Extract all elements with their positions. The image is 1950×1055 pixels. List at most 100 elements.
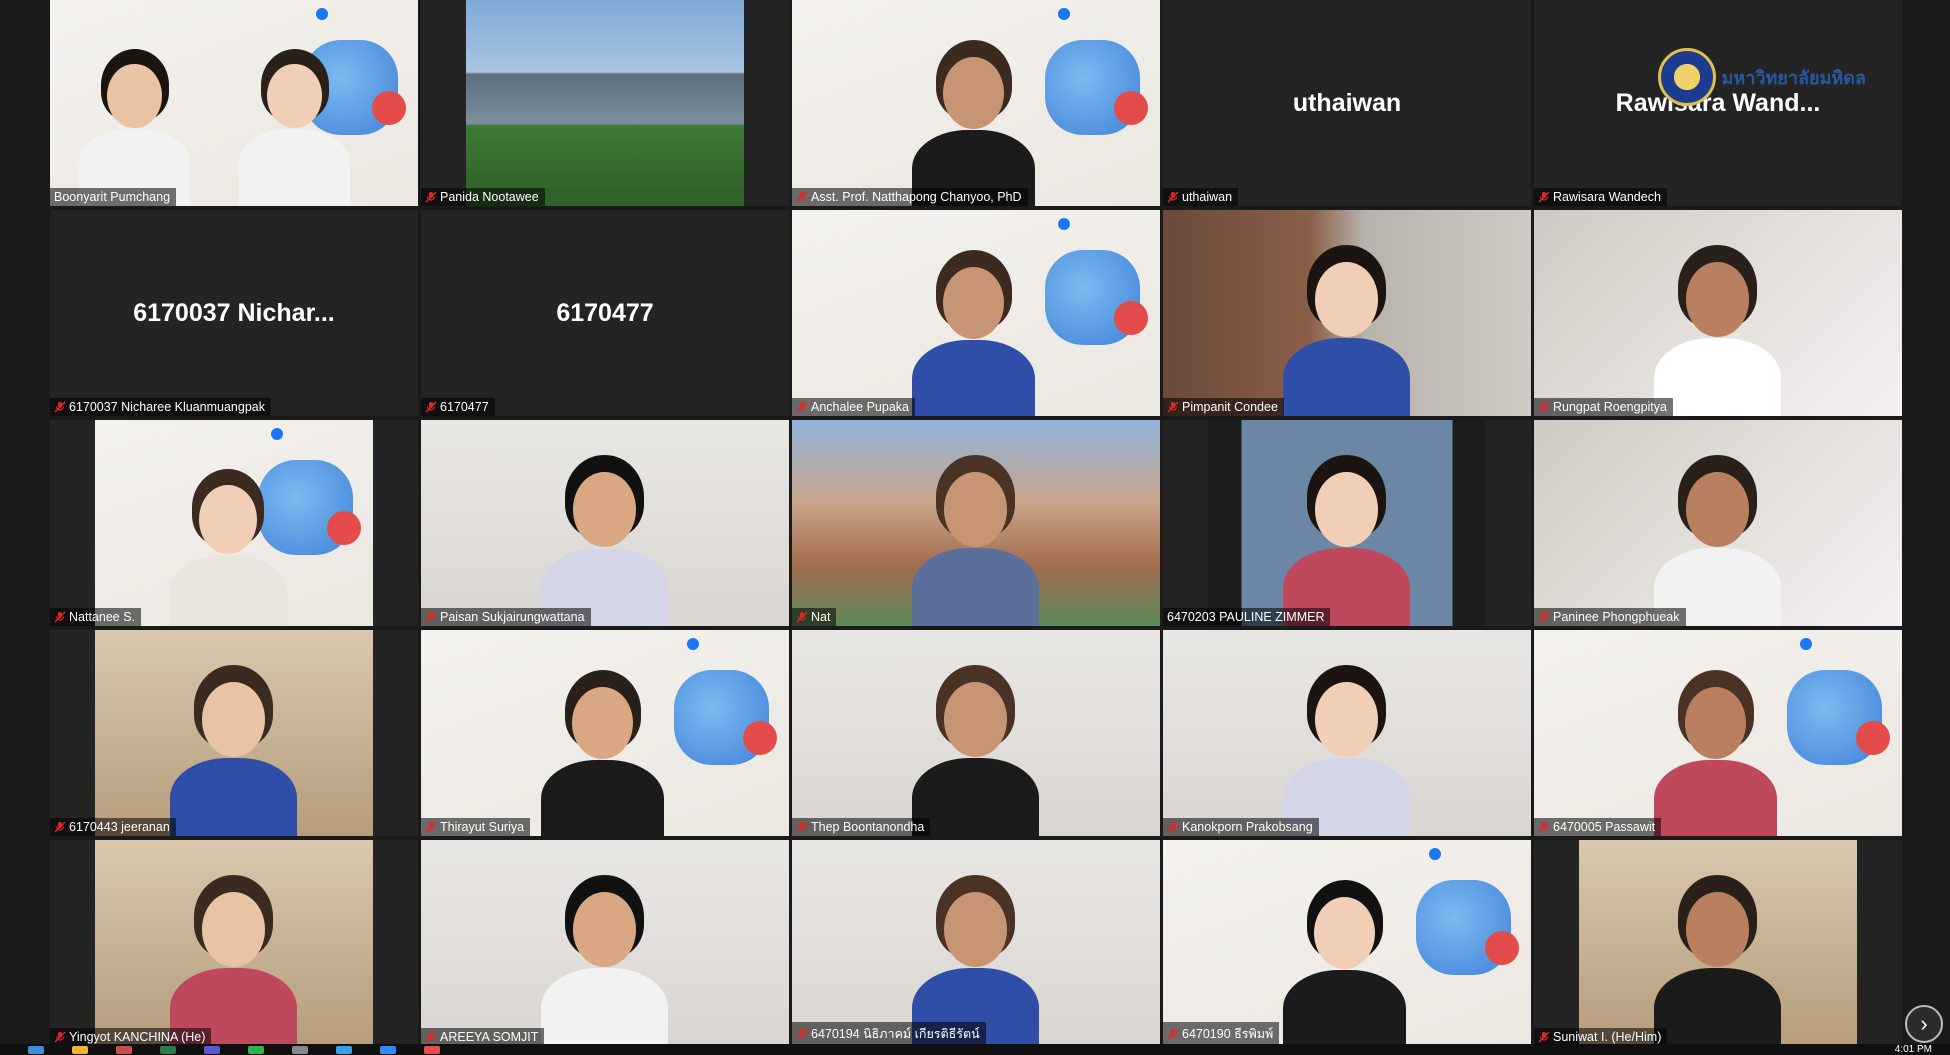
poster-graphic	[1045, 40, 1148, 135]
participant-name: uthaiwan	[1182, 190, 1233, 204]
video-tile[interactable]: 6170443 jeeranan	[50, 630, 418, 836]
video-tile[interactable]: Rungpat Roengpitya	[1534, 210, 1902, 416]
participant-name-label: uthaiwan	[1163, 188, 1239, 206]
muted-microphone-icon	[796, 401, 808, 413]
participant-display-name: 6170477	[556, 298, 654, 327]
university-logo: มหาวิทยาลัยมหิดล	[1657, 48, 1867, 106]
taskbar-app-icon[interactable]	[72, 1045, 88, 1054]
video-tile[interactable]: AREEYA SOMJIT	[421, 840, 789, 1046]
video-tile[interactable]: Rawisara Wand... มหาวิทยาลัยมหิดล Rawisara…	[1534, 0, 1902, 206]
muted-microphone-icon	[1538, 401, 1550, 413]
video-tile[interactable]: Nattanee S.	[50, 420, 418, 626]
logo-text: มหาวิทยาลัยมหิดล	[1721, 67, 1867, 88]
taskbar-app-icon[interactable]	[336, 1045, 352, 1054]
participant-name: 6470194 นิธิภาคม์ เกียรติธีรัตน์	[811, 1027, 980, 1041]
video-tile[interactable]: Panida Nootawee	[421, 0, 789, 206]
taskbar-app-icon[interactable]	[380, 1045, 396, 1054]
participant-name-label: 6170477	[421, 398, 495, 416]
participant-name: Thep Boontanondha	[811, 820, 925, 834]
participant-figure	[1649, 235, 1786, 416]
participant-figure	[165, 460, 291, 626]
video-tile[interactable]: 6470190 ธีรพิมพ์	[1163, 840, 1531, 1046]
participant-name-label: 6470005 Passawit	[1534, 818, 1662, 836]
participant-name-label: Rawisara Wandech	[1534, 188, 1667, 206]
video-tile[interactable]: Thirayut Suriya	[421, 630, 789, 836]
video-tile[interactable]: uthaiwan uthaiwan	[1163, 0, 1531, 206]
participant-name-label: Boonyarit Pumchang	[50, 188, 177, 206]
participant-figure	[1278, 655, 1415, 836]
muted-microphone-icon	[1538, 821, 1550, 833]
muted-microphone-icon	[425, 401, 437, 413]
video-tile[interactable]: 6470203 PAULINE ZIMMER	[1163, 420, 1531, 626]
participant-figure	[1649, 865, 1786, 1046]
video-tile[interactable]: Paisan Sukjairungwattana	[421, 420, 789, 626]
video-tile[interactable]: Asst. Prof. Natthapong Chanyoo, PhD	[792, 0, 1160, 206]
taskbar-app-icon[interactable]	[28, 1045, 44, 1054]
video-tile[interactable]: Pimpanit Condee	[1163, 210, 1531, 416]
participant-display-name: uthaiwan	[1292, 88, 1402, 117]
muted-microphone-icon	[1167, 401, 1179, 413]
muted-microphone-icon	[425, 191, 437, 203]
video-tile[interactable]: Yingyot KANCHINA (He)	[50, 840, 418, 1046]
participant-name-label: Kanokporn Prakobsang	[1163, 818, 1319, 836]
video-tile[interactable]: 6470005 Passawit	[1534, 630, 1902, 836]
participant-name-label: 6470203 PAULINE ZIMMER	[1163, 608, 1331, 626]
taskbar-app-icon[interactable]	[248, 1045, 264, 1054]
video-tile[interactable]: Paninee Phongphueak	[1534, 420, 1902, 626]
taskbar-app-icon[interactable]	[116, 1045, 132, 1054]
muted-microphone-icon	[1538, 191, 1550, 203]
video-tile[interactable]: 6470194 นิธิภาคม์ เกียรติธีรัตน์	[792, 840, 1160, 1046]
muted-microphone-icon	[1167, 191, 1179, 203]
muted-microphone-icon	[54, 1031, 66, 1043]
participant-name-label: Asst. Prof. Natthapong Chanyoo, PhD	[792, 188, 1028, 206]
participant-name-label: 6470194 นิธิภาคม์ เกียรติธีรัตน์	[792, 1022, 986, 1046]
taskbar-app-icon[interactable]	[160, 1045, 176, 1054]
facebook-icon	[687, 638, 699, 650]
video-tile[interactable]: 6170037 Nichar... 6170037 Nicharee Kluanm…	[50, 210, 418, 416]
participant-figure	[1649, 445, 1786, 626]
video-tile[interactable]: Kanokporn Prakobsang	[1163, 630, 1531, 836]
muted-microphone-icon	[1167, 1028, 1179, 1040]
participant-name-label: Nattanee S.	[50, 608, 142, 626]
taskbar-app-icon[interactable]	[204, 1045, 220, 1054]
video-tile[interactable]: Thep Boontanondha	[792, 630, 1160, 836]
poster-graphic	[674, 670, 777, 765]
video-tile[interactable]: 6170477 6170477	[421, 210, 789, 416]
video-tile[interactable]: Anchalee Pupaka	[792, 210, 1160, 416]
participant-name: 6470005 Passawit	[1553, 820, 1656, 834]
facebook-icon	[1800, 638, 1812, 650]
video-gallery: Boonyarit Pumchang Panida Nootawee Asst. …	[50, 0, 1904, 1046]
participant-name: 6170037 Nicharee Kluanmuangpak	[69, 400, 265, 414]
participant-name-label: 6170443 jeeranan	[50, 818, 176, 836]
university-seal-icon	[1657, 48, 1716, 106]
participant-figure	[1278, 235, 1415, 416]
video-tile[interactable]: Nat	[792, 420, 1160, 626]
participant-name: Yingyot KANCHINA (He)	[69, 1030, 206, 1044]
participant-name: AREEYA SOMJIT	[440, 1030, 539, 1044]
participant-name: Nattanee S.	[69, 610, 136, 624]
participant-name: Thirayut Suriya	[440, 820, 525, 834]
muted-microphone-icon	[425, 1031, 437, 1043]
muted-microphone-icon	[425, 821, 437, 833]
muted-microphone-icon	[54, 821, 66, 833]
video-tile[interactable]: Suniwat I. (He/Him)	[1534, 840, 1902, 1046]
muted-microphone-icon	[54, 611, 66, 623]
participant-display-name: 6170037 Nichar...	[133, 298, 335, 327]
participant-figure	[536, 445, 673, 626]
chevron-right-icon: ›	[1920, 1011, 1928, 1036]
participant-name-label: Thirayut Suriya	[421, 818, 531, 836]
participant-figure	[536, 865, 673, 1046]
next-page-button[interactable]: ›	[1905, 1005, 1943, 1043]
participant-name-label: Nat	[792, 608, 837, 626]
participant-video	[466, 0, 744, 206]
taskbar-app-icon[interactable]	[292, 1045, 308, 1054]
facebook-icon	[1429, 848, 1441, 860]
participant-name: Suniwat I. (He/Him)	[1553, 1030, 1662, 1044]
taskbar-app-icon[interactable]	[424, 1045, 440, 1054]
taskbar-icons	[0, 1045, 440, 1054]
participant-figure	[907, 240, 1040, 416]
muted-microphone-icon	[1538, 611, 1550, 623]
video-tile[interactable]: Boonyarit Pumchang	[50, 0, 418, 206]
participant-name: Boonyarit Pumchang	[54, 190, 171, 204]
facebook-icon	[1058, 8, 1070, 20]
